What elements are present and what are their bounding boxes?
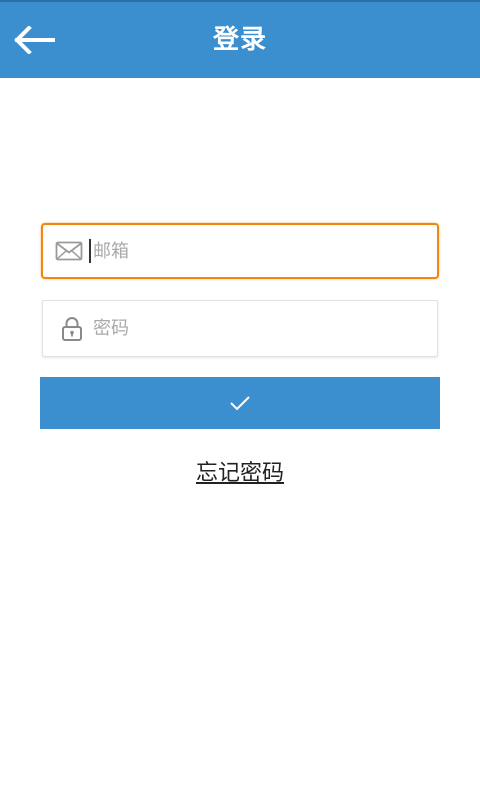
checkmark-icon <box>230 396 250 411</box>
password-field[interactable] <box>42 300 438 357</box>
envelope-icon <box>55 241 83 261</box>
password-input[interactable] <box>91 308 423 349</box>
arrow-left-icon <box>14 26 55 54</box>
email-field-icon-wrap <box>43 241 87 261</box>
forgot-password-link[interactable]: 忘记密码 <box>0 455 480 487</box>
login-screen: 登录 邮箱 忘记密码 <box>0 0 480 800</box>
email-input[interactable] <box>91 231 423 271</box>
back-button[interactable] <box>8 14 60 66</box>
login-submit-button[interactable] <box>40 377 440 429</box>
password-field-icon-wrap <box>43 316 87 342</box>
email-field[interactable] <box>41 223 439 279</box>
lock-icon <box>62 316 82 341</box>
app-bar: 登录 <box>0 2 480 78</box>
page-title: 登录 <box>212 25 267 55</box>
